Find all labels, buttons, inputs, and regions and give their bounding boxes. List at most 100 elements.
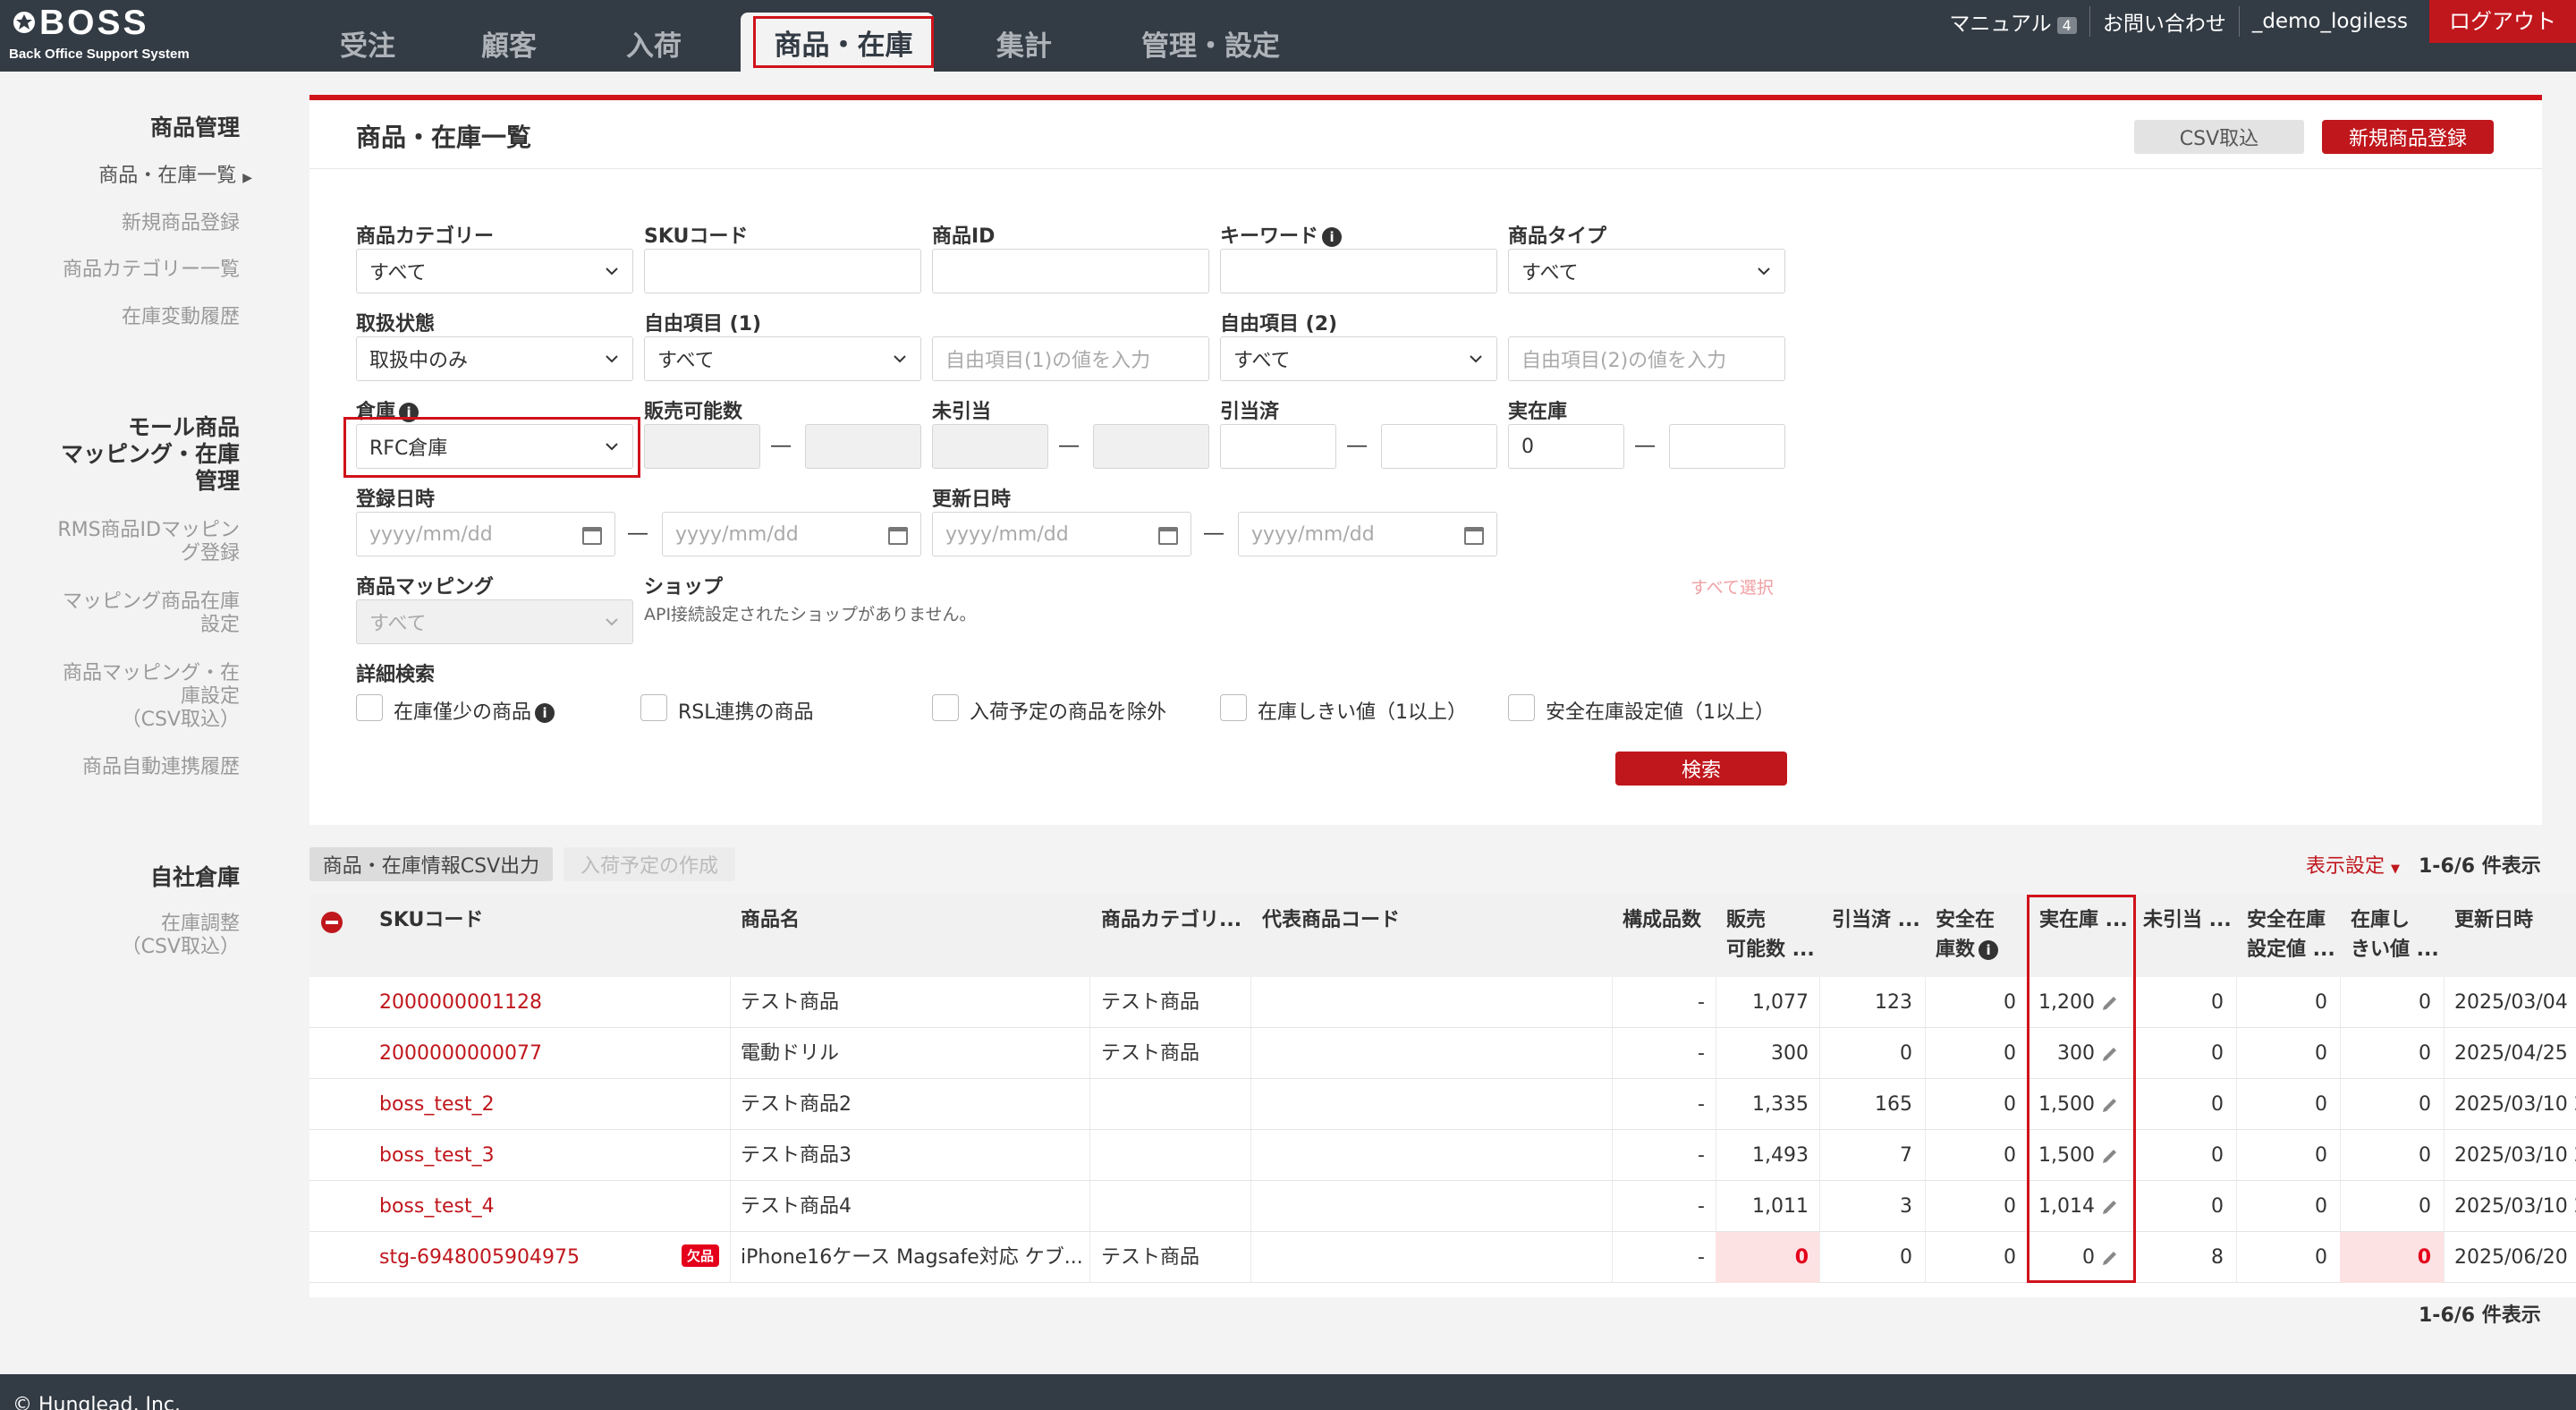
sku-link[interactable]: 2000000000077: [379, 1028, 542, 1079]
exclude-arrival-checkbox[interactable]: [932, 694, 959, 721]
updated-to-input[interactable]: yyyy/mm/dd: [1238, 512, 1497, 556]
sku-link[interactable]: boss_test_4: [379, 1181, 495, 1232]
sidebar-item-auto-sync-history[interactable]: 商品自動連携履歴: [82, 756, 240, 779]
rsl-checkbox[interactable]: [640, 694, 667, 721]
cell-threshold: 0: [2419, 1042, 2431, 1065]
info-icon[interactable]: i: [1322, 227, 1343, 247]
free1-value: すべて: [657, 350, 715, 372]
col-threshold[interactable]: 在庫し きい値 ...: [2351, 905, 2439, 964]
info-icon[interactable]: i: [1979, 940, 1999, 960]
created-to-input[interactable]: yyyy/mm/dd: [662, 512, 921, 556]
cell-sellable: 1,011: [1752, 1195, 1809, 1218]
col-components[interactable]: 構成品数: [1623, 905, 1701, 935]
sku-input[interactable]: [644, 249, 921, 293]
date-placeholder: yyyy/mm/dd: [675, 522, 799, 546]
product-category: テスト商品: [1101, 1246, 1200, 1269]
sidebar-item-stock-adjustment-csv[interactable]: 在庫調整 （CSV取込）: [122, 913, 240, 959]
range-dash: ―: [628, 522, 648, 545]
calendar-icon[interactable]: [582, 527, 602, 545]
actual-stock-max-input[interactable]: [1669, 424, 1785, 469]
cell-sellable: 0: [1794, 1246, 1809, 1269]
calendar-icon[interactable]: [888, 527, 908, 545]
calendar-icon[interactable]: [1464, 527, 1484, 545]
updated-from-input[interactable]: yyyy/mm/dd: [932, 512, 1191, 556]
col-unallocated[interactable]: 未引当 ...: [2143, 905, 2232, 935]
search-button[interactable]: 検索: [1615, 752, 1787, 786]
free2-select[interactable]: すべて: [1220, 336, 1497, 381]
sidebar-item-stock-history[interactable]: 在庫変動履歴: [122, 306, 240, 329]
sidebar-item-product-stock-list[interactable]: 商品・在庫一覧 ▶: [98, 165, 252, 190]
product-category: テスト商品: [1101, 1042, 1200, 1065]
sidebar-item-new-product[interactable]: 新規商品登録: [122, 212, 240, 235]
col-updated-at[interactable]: 更新日時: [2454, 905, 2533, 935]
cell-updated-at: 2025/06/20 1: [2454, 1246, 2576, 1269]
col-safety-stock[interactable]: 安全在 庫数 i: [1936, 905, 1999, 964]
sku-link[interactable]: 2000000001128: [379, 977, 542, 1028]
table-row: boss_test_2 テスト商品2-1,335 165 0 0 0 0 1,500 2025/…: [309, 1079, 2576, 1130]
allocated-max-input[interactable]: [1381, 424, 1497, 469]
handling-select[interactable]: 取扱中のみ: [356, 336, 633, 381]
sku-link[interactable]: boss_test_3: [379, 1130, 495, 1181]
safety-stock-checkbox[interactable]: [1508, 694, 1535, 721]
header-line: 設定値 ...: [2247, 939, 2335, 961]
sidebar-item-mapping-stock-setting[interactable]: マッピング商品在庫 設定: [63, 590, 240, 637]
free2-label: 自由項目 (2): [1220, 313, 1338, 336]
table-row: stg-6948005904975 欠品 iPhone16ケース Magsafe対応…: [309, 1232, 2576, 1283]
cell-safety-setting: 0: [2315, 1042, 2327, 1065]
product-type-value: すべて: [1521, 262, 1579, 285]
sidebar-item-rms-mapping[interactable]: RMS商品IDマッピン グ登録: [57, 519, 240, 565]
actual-stock-highlight-box: [2027, 895, 2136, 1283]
manual-link[interactable]: マニュアル 4: [1936, 6, 2090, 37]
col-name[interactable]: 商品名: [741, 905, 800, 935]
sidebar-item-label: 商品・在庫一覧: [98, 165, 237, 187]
category-select[interactable]: すべて: [356, 249, 633, 293]
info-icon[interactable]: i: [535, 703, 555, 723]
col-sellable[interactable]: 販売 可能数 ...: [1726, 905, 1815, 964]
sidebar-item-mapping-csv[interactable]: 商品マッピング・在 庫設定 （CSV取込）: [63, 662, 240, 732]
logo-text[interactable]: BOSS: [39, 4, 149, 43]
nav-orders[interactable]: 受注: [340, 23, 395, 63]
calendar-icon[interactable]: [1158, 527, 1178, 545]
sidebar-item-category-list[interactable]: 商品カテゴリー一覧: [63, 259, 240, 282]
col-rep-code[interactable]: 代表商品コード: [1262, 905, 1400, 935]
logout-button[interactable]: ログアウト: [2429, 0, 2576, 43]
sku-link[interactable]: stg-6948005904975: [379, 1232, 580, 1283]
sku-link[interactable]: boss_test_2: [379, 1079, 495, 1130]
nav-reports[interactable]: 集計: [996, 23, 1052, 63]
nav-products[interactable]: 商品・在庫: [753, 16, 934, 68]
user-name[interactable]: _demo_logiless: [2240, 10, 2420, 33]
chevron-down-icon: [1758, 268, 1770, 276]
cell-safety-setting: 0: [2315, 1195, 2327, 1218]
col-allocated[interactable]: 引当済 ...: [1832, 905, 1920, 935]
allocated-min-input[interactable]: [1220, 424, 1336, 469]
csv-export-button[interactable]: 商品・在庫情報CSV出力: [309, 847, 553, 881]
csv-import-button[interactable]: CSV取込: [2134, 120, 2304, 154]
threshold-checkbox[interactable]: [1220, 694, 1247, 721]
created-from-input[interactable]: yyyy/mm/dd: [356, 512, 615, 556]
range-dash: ―: [1204, 522, 1224, 545]
mapping-label: 商品マッピング: [356, 576, 495, 599]
col-safety-setting[interactable]: 安全在庫 設定値 ...: [2247, 905, 2335, 964]
shop-select-all-link[interactable]: すべて選択: [1690, 574, 1774, 599]
product-id-input[interactable]: [932, 249, 1209, 293]
col-sku[interactable]: SKUコード: [379, 905, 483, 935]
keyword-input[interactable]: [1220, 249, 1497, 293]
chevron-down-icon: [1470, 355, 1482, 363]
col-category[interactable]: 商品カテゴリ...: [1101, 905, 1241, 935]
actual-stock-min-input[interactable]: 0: [1508, 424, 1624, 469]
free1-value-input[interactable]: 自由項目(1)の値を入力: [932, 336, 1209, 381]
product-type-select[interactable]: すべて: [1508, 249, 1785, 293]
manual-badge: 4: [2056, 17, 2077, 34]
free1-select[interactable]: すべて: [644, 336, 921, 381]
display-settings-link[interactable]: 表示設定 ▼: [2306, 850, 2400, 879]
free2-value-input[interactable]: 自由項目(2)の値を入力: [1508, 336, 1785, 381]
nav-arrivals[interactable]: 入荷: [626, 23, 682, 63]
sellable-max-input: [805, 424, 921, 469]
contact-link[interactable]: お問い合わせ: [2090, 6, 2240, 37]
cell-updated-at: 2025/03/10 2: [2454, 1195, 2576, 1218]
collapse-minus-icon[interactable]: [320, 911, 343, 934]
nav-admin-settings[interactable]: 管理・設定: [1141, 23, 1280, 63]
nav-customers[interactable]: 顧客: [481, 23, 537, 63]
low-stock-checkbox[interactable]: [356, 694, 383, 721]
new-product-button[interactable]: 新規商品登録: [2322, 120, 2494, 154]
